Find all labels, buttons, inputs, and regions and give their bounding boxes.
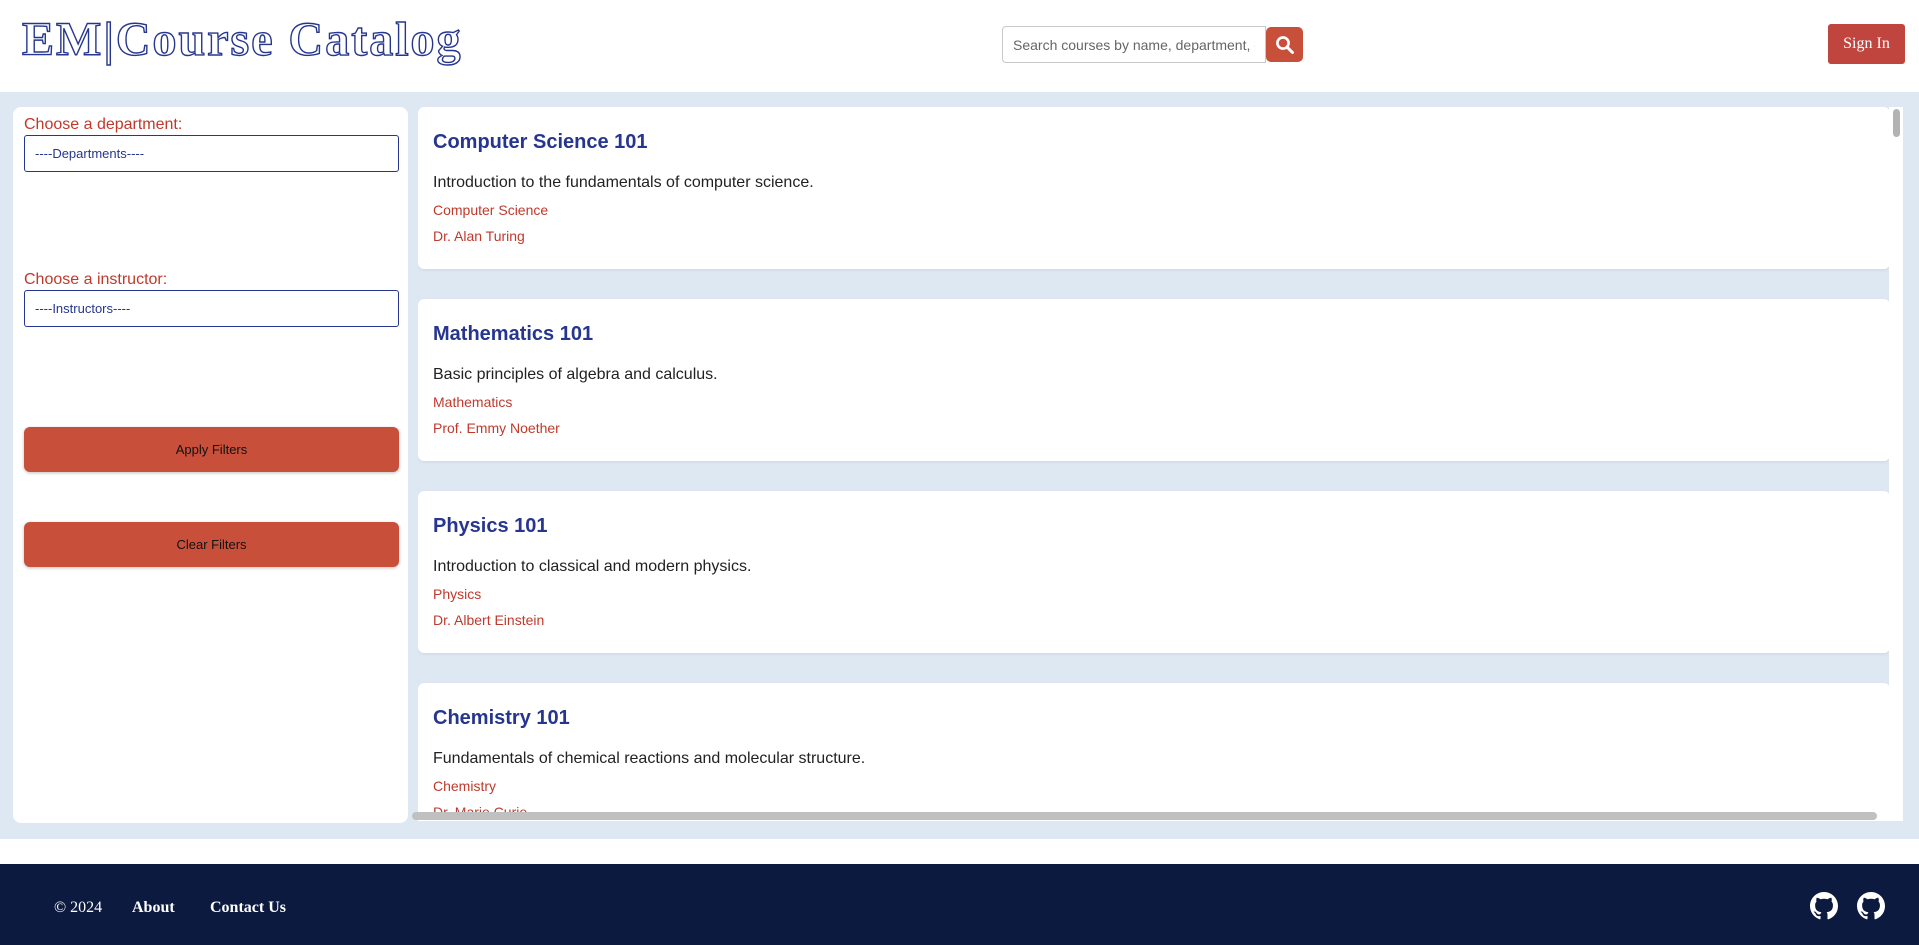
- search-bar: [1002, 26, 1303, 63]
- course-card[interactable]: Mathematics 101 Basic principles of alge…: [418, 299, 1890, 461]
- instructor-label: Choose a instructor:: [24, 271, 168, 288]
- course-card[interactable]: Physics 101 Introduction to classical an…: [418, 491, 1890, 653]
- course-department: Chemistry: [433, 778, 497, 794]
- course-card[interactable]: Chemistry 101 Fundamentals of chemical r…: [418, 683, 1890, 821]
- course-instructor: Dr. Alan Turing: [433, 228, 525, 244]
- search-input[interactable]: [1002, 26, 1266, 63]
- copyright-text: © 2024: [54, 899, 103, 916]
- sign-in-button[interactable]: Sign In: [1828, 24, 1905, 64]
- header: EM|Course Catalog Sign In: [0, 0, 1919, 92]
- course-department: Computer Science: [433, 202, 549, 218]
- course-description: Fundamentals of chemical reactions and m…: [433, 750, 866, 767]
- instructor-select[interactable]: ----Instructors----: [24, 290, 399, 327]
- course-title[interactable]: Computer Science 101: [433, 131, 648, 154]
- main-content: Choose a department: ----Departments----…: [0, 92, 1919, 839]
- course-title[interactable]: Physics 101: [433, 515, 548, 538]
- course-description: Basic principles of algebra and calculus…: [433, 366, 718, 383]
- course-department: Mathematics: [433, 394, 513, 410]
- github-icon[interactable]: [1857, 892, 1885, 920]
- vertical-scrollbar[interactable]: [1889, 107, 1903, 821]
- vertical-scrollbar-thumb[interactable]: [1893, 109, 1900, 137]
- about-link[interactable]: About: [132, 899, 175, 917]
- instructor-select-value: ----Instructors----: [35, 301, 131, 316]
- course-description: Introduction to classical and modern phy…: [433, 558, 752, 575]
- department-select[interactable]: ----Departments----: [24, 135, 399, 172]
- course-instructor: Prof. Emmy Noether: [433, 420, 560, 436]
- course-card[interactable]: Computer Science 101 Introduction to the…: [418, 107, 1890, 269]
- search-icon: [1275, 35, 1294, 54]
- search-button[interactable]: [1266, 27, 1303, 62]
- site-logo[interactable]: EM|Course Catalog: [21, 12, 463, 68]
- department-label: Choose a department:: [24, 116, 183, 133]
- apply-filters-button[interactable]: Apply Filters: [24, 427, 399, 472]
- course-title[interactable]: Mathematics 101: [433, 323, 593, 346]
- filter-sidebar: Choose a department: ----Departments----…: [13, 107, 408, 823]
- github-icon[interactable]: [1810, 892, 1838, 920]
- clear-filters-button[interactable]: Clear Filters: [24, 522, 399, 567]
- course-department: Physics: [433, 586, 482, 602]
- contact-us-link[interactable]: Contact Us: [210, 899, 286, 917]
- course-list: Computer Science 101 Introduction to the…: [418, 107, 1904, 821]
- course-instructor: Dr. Albert Einstein: [433, 612, 545, 628]
- course-title[interactable]: Chemistry 101: [433, 707, 570, 730]
- department-select-value: ----Departments----: [35, 146, 145, 161]
- horizontal-scrollbar-thumb[interactable]: [412, 812, 1877, 820]
- footer: © 2024 About Contact Us: [0, 864, 1919, 945]
- course-description: Introduction to the fundamentals of comp…: [433, 174, 814, 191]
